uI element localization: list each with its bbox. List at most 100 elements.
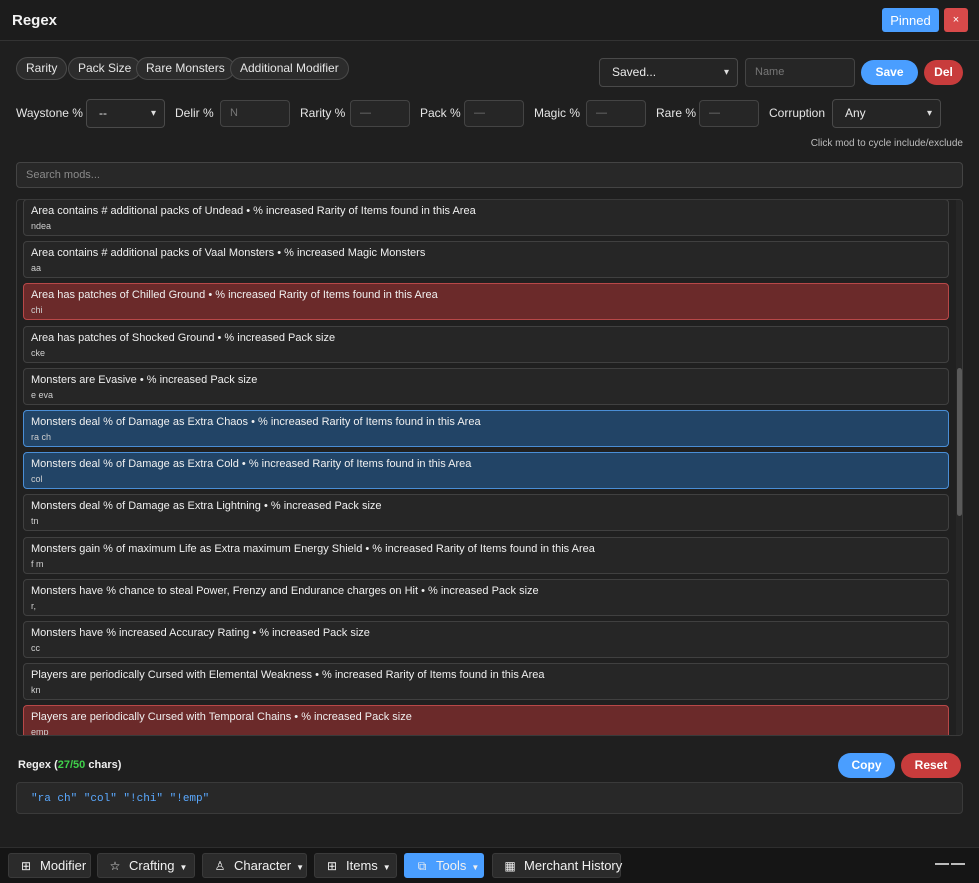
mod-text: Monsters deal % of Damage as Extra Chaos… <box>31 416 481 428</box>
corruption-label: Corruption <box>769 106 826 120</box>
taskbar-tools[interactable]: ⧉ Tools ▼ <box>404 853 484 878</box>
mod-item[interactable]: Monsters deal % of Damage as Extra Chaos… <box>23 410 949 447</box>
rarity-label: Rarity % <box>300 106 346 120</box>
taskbar-label: Tools <box>436 858 467 873</box>
corruption-select-value: Any <box>845 106 866 120</box>
reset-button[interactable]: Reset <box>901 753 961 778</box>
search-input[interactable]: Search mods... <box>16 162 963 188</box>
mod-item[interactable]: Monsters are Evasive • % increased Pack … <box>23 367 949 405</box>
taskbar-crafting[interactable]: ☆ Crafting ▼ <box>97 853 195 878</box>
mod-regex-code: emp <box>31 727 49 736</box>
mod-list: Area contains # additional packs of Unde… <box>16 199 963 736</box>
taskbar: ⊞ Modifier ☆ Crafting ▼ ♙ Character ▼ ⊞ Items ▼… <box>0 847 979 883</box>
regex-char-count: 27/50 <box>57 759 86 771</box>
window-title: Regex <box>12 12 58 29</box>
mod-text: Area contains # additional packs of Unde… <box>31 205 476 217</box>
pack-input[interactable]: — <box>464 100 524 127</box>
waystone-select[interactable]: -- ▾ <box>86 99 165 128</box>
title-bar: Regex Pinned × <box>0 0 979 41</box>
chip-rarity[interactable]: Rarity <box>16 57 68 80</box>
taskbar-label: Modifier <box>40 858 87 873</box>
preset-name-input[interactable]: Name <box>745 58 855 87</box>
mod-regex-code: r, <box>31 600 37 611</box>
save-button[interactable]: Save <box>861 60 918 85</box>
mod-item[interactable]: Area has patches of Chilled Ground • % i… <box>23 283 949 321</box>
mod-regex-code: ra ch <box>31 432 52 442</box>
taskbar-merchant-history[interactable]: ▦ Merchant History <box>492 853 623 878</box>
mod-text: Monsters deal % of Damage as Extra Cold … <box>31 458 472 471</box>
chevron-down-icon: ▾ <box>926 108 932 119</box>
mod-regex-code: ndea <box>31 221 52 231</box>
mod-item[interactable]: Area contains # additional packs of Unde… <box>23 200 949 236</box>
regex-char-suffix: chars <box>88 759 118 771</box>
rare-label: Rare % <box>656 106 697 120</box>
mod-item[interactable]: Players are periodically Cursed with Tem… <box>23 705 949 736</box>
mod-regex-code: col <box>31 474 43 485</box>
mod-item[interactable]: Players are periodically Cursed with Ele… <box>23 663 949 701</box>
mod-regex-code: cc <box>31 643 40 653</box>
taskbar-label: Items <box>346 858 378 873</box>
taskbar-label: Merchant History <box>524 858 623 873</box>
grid-icon: ⊞ <box>326 859 338 873</box>
mod-regex-code: e eva <box>31 389 54 400</box>
taskbar-label: Character <box>234 858 292 873</box>
chip-rare-monsters[interactable]: Rare Monsters <box>136 57 235 80</box>
mod-item[interactable]: Monsters have % chance to steal Power, F… <box>23 578 949 616</box>
chip-pack-size[interactable]: Pack Size <box>68 57 142 80</box>
corruption-select[interactable]: Any ▾ <box>832 99 941 128</box>
mod-text: Players are periodically Cursed with Ele… <box>31 669 545 682</box>
mod-text: Monsters gain % of maximum Life as Extra… <box>31 542 595 555</box>
regex-title: Regex <box>18 759 52 771</box>
mod-item[interactable]: Monsters deal % of Damage as Extra Cold … <box>23 452 949 490</box>
close-button[interactable]: × <box>944 8 968 32</box>
magic-input[interactable]: — <box>586 100 646 127</box>
mod-text: Area has patches of Shocked Ground • % i… <box>31 331 336 344</box>
delete-button[interactable]: Del <box>924 60 963 85</box>
mod-text: Monsters deal % of Damage as Extra Light… <box>31 500 382 513</box>
mod-regex-code: cke <box>31 347 46 358</box>
copy-button[interactable]: Copy <box>838 753 895 778</box>
mod-item[interactable]: Area has patches of Shocked Ground • % i… <box>23 325 949 363</box>
chevron-down-icon: ▾ <box>150 108 156 119</box>
taskbar-label: Crafting <box>129 858 175 873</box>
saved-select[interactable]: Saved... ▾ <box>599 58 738 87</box>
mod-text: Area contains # additional packs of Vaal… <box>31 247 426 260</box>
mod-list-scrollbar[interactable] <box>956 200 962 735</box>
mod-item[interactable]: Monsters deal % of Damage as Extra Light… <box>23 494 949 532</box>
caret-down-icon: ▼ <box>179 863 188 872</box>
minimize-icon[interactable] <box>951 863 965 865</box>
taskbar-modifier[interactable]: ⊞ Modifier <box>8 853 91 878</box>
chip-additional-modifier[interactable]: Additional Modifier <box>230 57 349 80</box>
regex-output[interactable]: "ra ch" "col" "!chi" "!emp" <box>16 782 963 814</box>
delir-label: Delir % <box>175 106 214 120</box>
rare-input[interactable]: — <box>699 100 759 127</box>
mod-text: Monsters have % increased Accuracy Ratin… <box>31 627 370 639</box>
caret-down-icon: ▼ <box>471 863 480 872</box>
pinned-button[interactable]: Pinned <box>882 8 939 32</box>
minimize-icon[interactable] <box>935 863 949 865</box>
magic-label: Magic % <box>534 106 581 120</box>
grid-icon: ⊞ <box>20 859 32 873</box>
rarity-input[interactable]: — <box>350 100 410 127</box>
mod-text: Players are periodically Cursed with Tem… <box>31 711 412 724</box>
mod-regex-code: f m <box>31 558 44 569</box>
cycle-hint: Click mod to cycle include/exclude <box>810 138 963 149</box>
mod-text: Monsters have % chance to steal Power, F… <box>31 584 539 597</box>
scrollbar-thumb[interactable] <box>957 368 962 516</box>
saved-select-value: Saved... <box>612 65 657 79</box>
delir-input[interactable]: N <box>220 100 290 127</box>
mod-text: Area has patches of Chilled Ground • % i… <box>31 289 438 302</box>
toolbox-icon: ⧉ <box>417 859 427 873</box>
mod-regex-code: chi <box>31 305 43 316</box>
mod-text: Monsters are Evasive • % increased Pack … <box>31 373 258 386</box>
waystone-select-value: -- <box>99 106 107 120</box>
chevron-down-icon: ▾ <box>723 67 729 78</box>
taskbar-items[interactable]: ⊞ Items ▼ <box>314 853 397 878</box>
taskbar-character[interactable]: ♙ Character ▼ <box>202 853 307 878</box>
mod-item[interactable]: Monsters gain % of maximum Life as Extra… <box>23 536 949 574</box>
star-icon: ☆ <box>109 859 121 873</box>
regex-label: Regex (27/50 chars) <box>18 759 122 771</box>
mod-regex-code: aa <box>31 263 42 274</box>
mod-item[interactable]: Monsters have % increased Accuracy Ratin… <box>23 621 949 658</box>
mod-item[interactable]: Area contains # additional packs of Vaal… <box>23 241 949 279</box>
